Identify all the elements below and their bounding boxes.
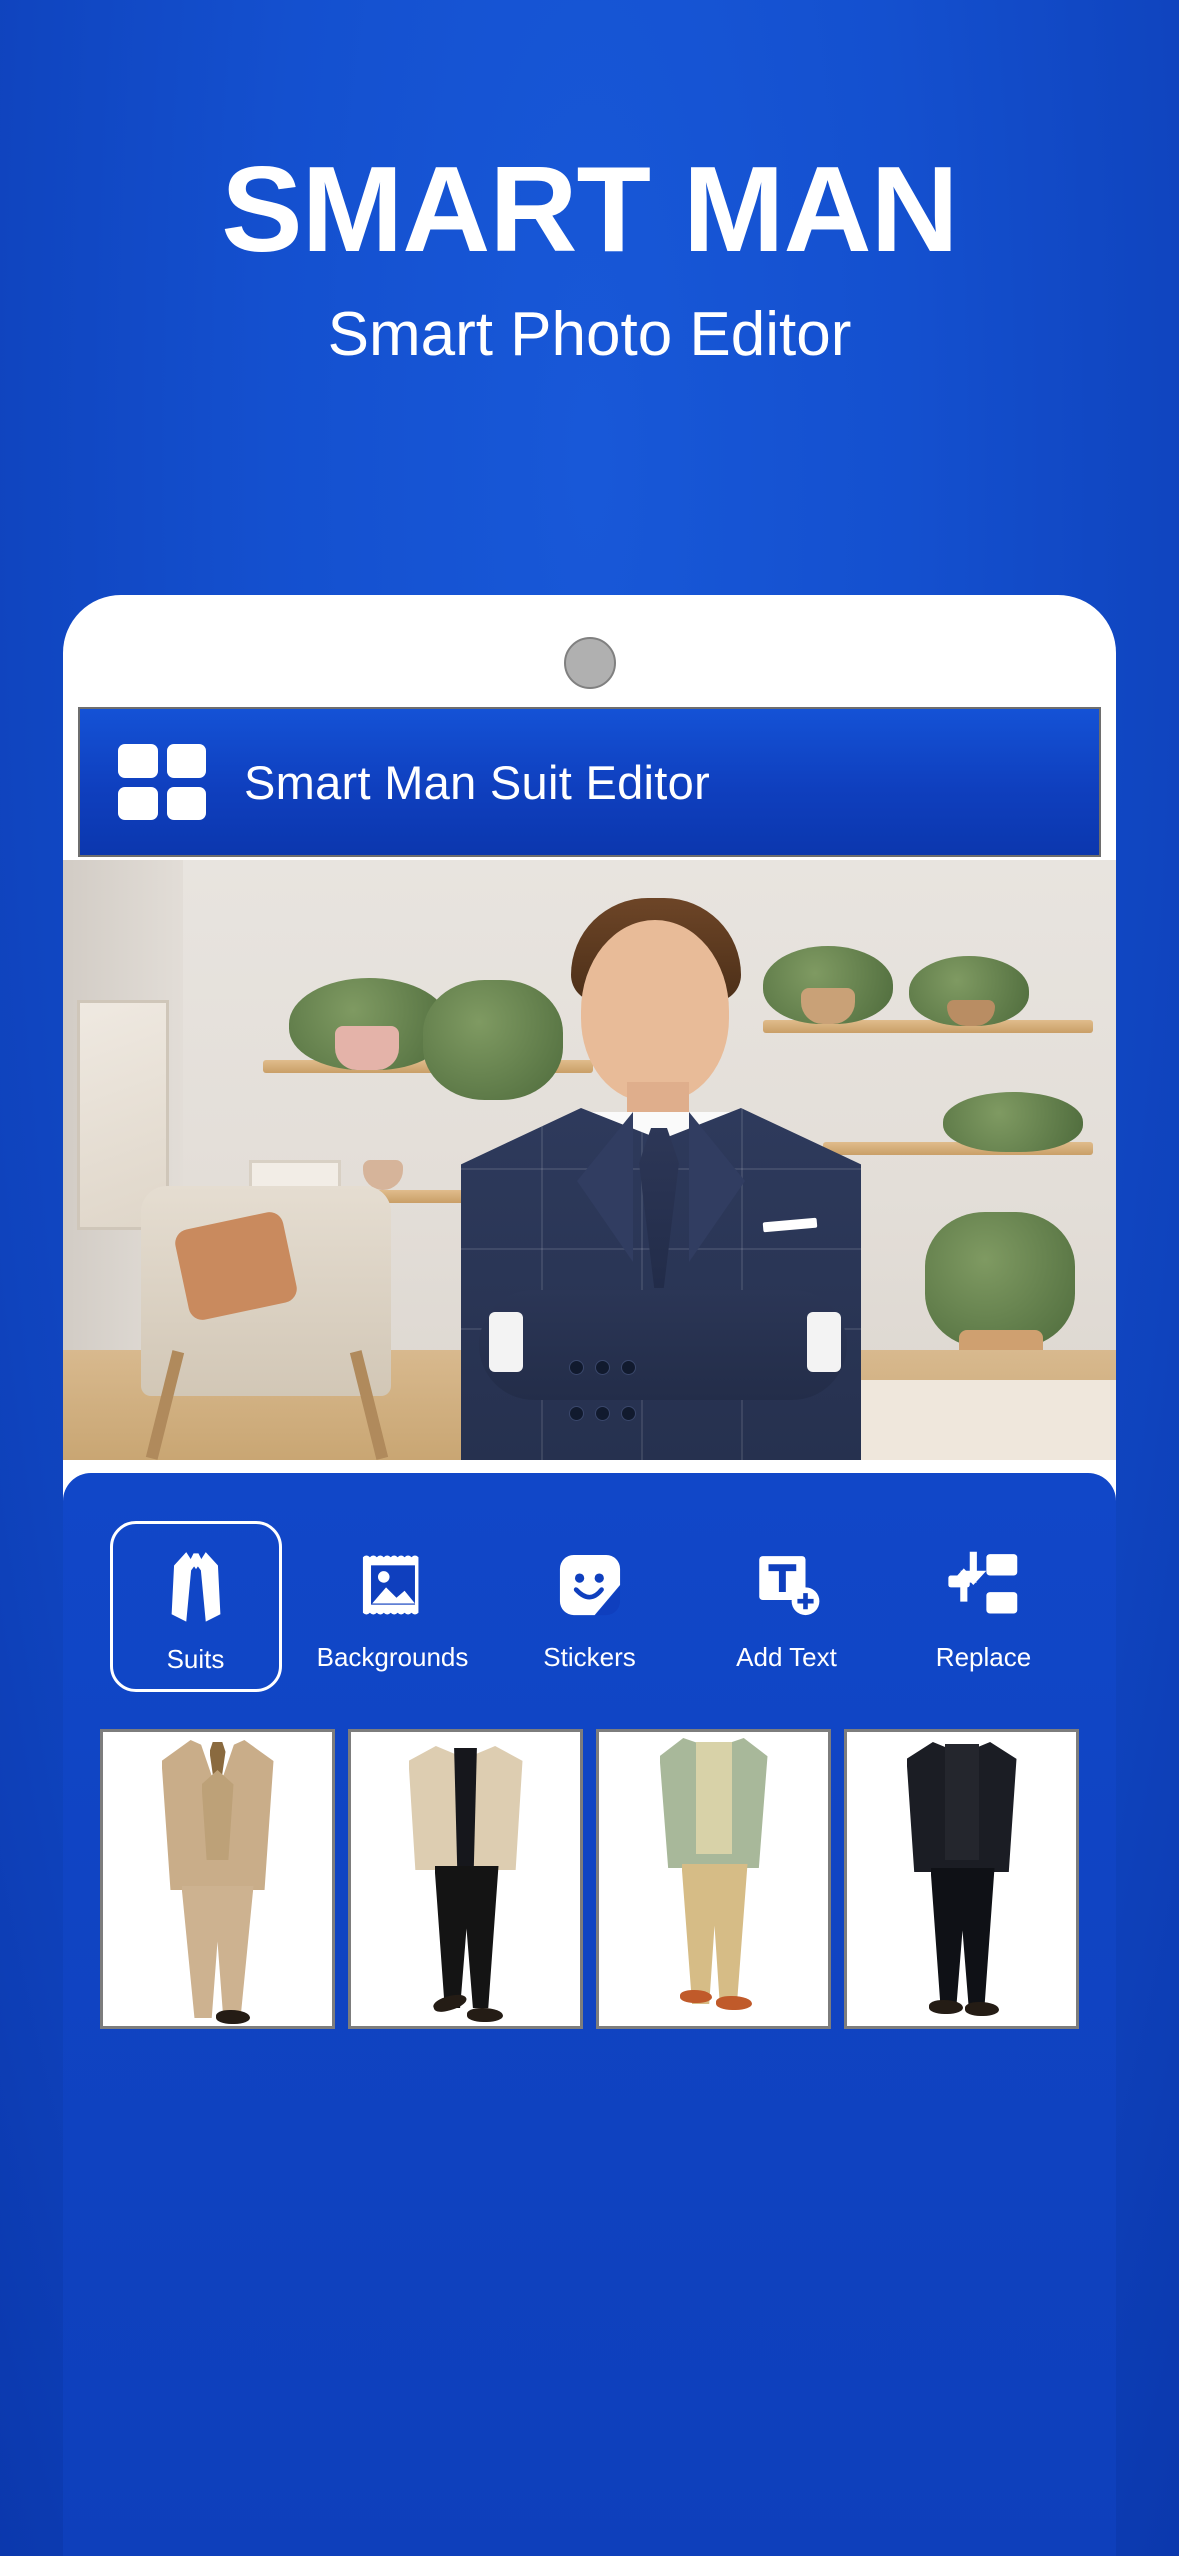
- tool-add-text[interactable]: Add Text: [701, 1521, 873, 1690]
- jacket-button-1: [569, 1360, 584, 1375]
- editor-toolbar: Suits Backgrounds Stickers Add Text Repl…: [63, 1521, 1116, 1711]
- tool-label-suits: Suits: [166, 1644, 225, 1674]
- tool-replace[interactable]: Replace: [898, 1521, 1070, 1690]
- tool-label-backgrounds: Backgrounds: [316, 1642, 469, 1672]
- grid-four-squares-icon[interactable]: [118, 744, 206, 820]
- swap-arrows-icon: [941, 1542, 1027, 1628]
- suit-thumbnail[interactable]: [348, 1729, 583, 2029]
- jacket-button-6: [621, 1406, 636, 1421]
- front-camera-icon: [563, 637, 616, 689]
- promo-subtitle: Smart Photo Editor: [327, 300, 852, 369]
- tool-backgrounds[interactable]: Backgrounds: [307, 1521, 479, 1690]
- jacket-button-2: [595, 1360, 610, 1375]
- app-bar: Smart Man Suit Editor: [78, 707, 1101, 857]
- suit-thumbnail[interactable]: [100, 1729, 335, 2029]
- suit-jacket-icon: [153, 1542, 239, 1628]
- photo-frame-icon: [350, 1542, 436, 1628]
- editor-bottom-panel: Suits Backgrounds Stickers Add Text Repl…: [63, 1473, 1116, 2556]
- suit-thumbnail[interactable]: [596, 1729, 831, 2029]
- tool-suits[interactable]: Suits: [109, 1521, 282, 1692]
- tool-label-replace: Replace: [935, 1642, 1032, 1672]
- text-box-plus-icon: [744, 1542, 830, 1628]
- tool-label-stickers: Stickers: [543, 1642, 636, 1672]
- suit-thumbnail[interactable]: [844, 1729, 1079, 2029]
- promo-header: SMART MAN Smart Photo Editor: [0, 0, 1179, 366]
- subject-person: [343, 860, 963, 1460]
- smiley-sticker-icon: [547, 1542, 633, 1628]
- app-bar-title: Smart Man Suit Editor: [244, 755, 711, 809]
- jacket-button-4: [569, 1406, 584, 1421]
- tool-label-add-text: Add Text: [736, 1642, 837, 1672]
- phone-mockup: Smart Man Suit Editor Suits Backgrounds …: [63, 595, 1116, 2556]
- photo-canvas[interactable]: [63, 860, 1116, 1460]
- jacket-button-3: [621, 1360, 636, 1375]
- plant-shelf-lower-right: [943, 1092, 1083, 1152]
- edited-photo: [63, 860, 1116, 1460]
- subject-head: [581, 920, 729, 1102]
- subject-shirt-cuff-right: [807, 1312, 841, 1372]
- jacket-button-5: [595, 1406, 610, 1421]
- tool-stickers[interactable]: Stickers: [504, 1521, 676, 1690]
- subject-shirt-cuff-left: [489, 1312, 523, 1372]
- subject-crossed-arms: [479, 1290, 847, 1400]
- promo-title: SMART MAN: [221, 141, 958, 277]
- suit-thumbnail-row: [63, 1729, 1116, 2029]
